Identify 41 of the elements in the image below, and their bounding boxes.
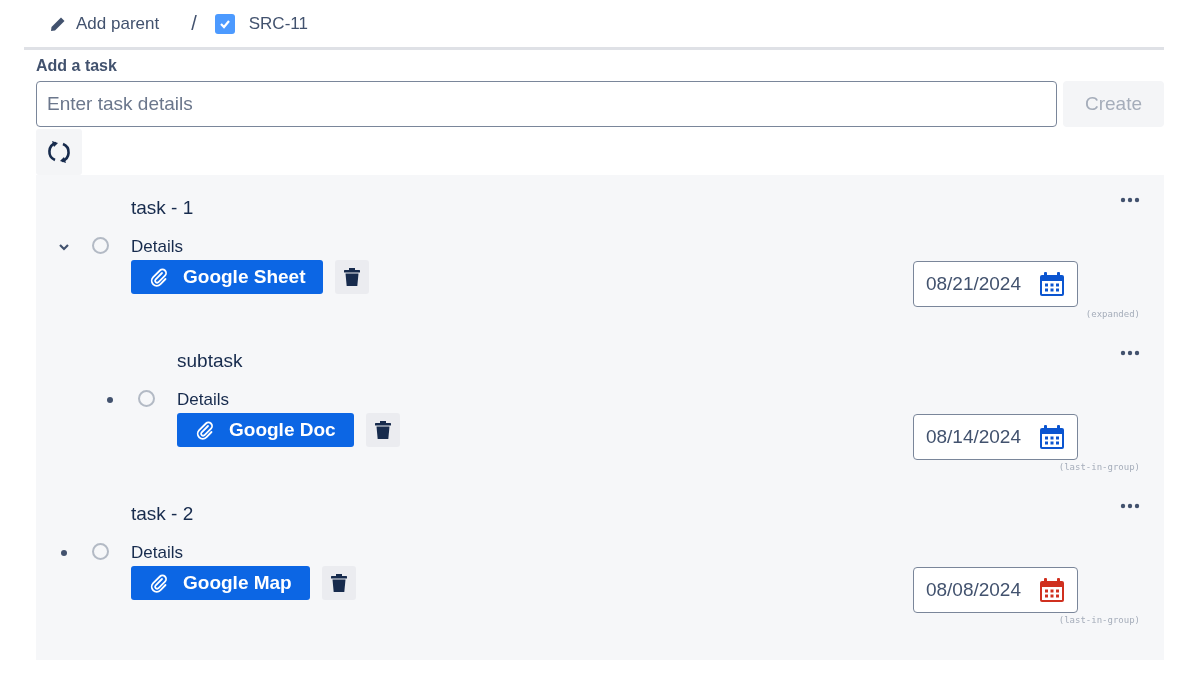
- delete-button[interactable]: [365, 413, 400, 447]
- breadcrumb-separator: /: [191, 12, 197, 35]
- chevron-icon[interactable]: [58, 241, 70, 253]
- details-label: Details: [131, 543, 184, 564]
- add-parent-link[interactable]: Add parent: [50, 13, 160, 34]
- delete-button[interactable]: [335, 260, 370, 294]
- date-field[interactable]: 08/21/2024: [912, 261, 1078, 307]
- details-label: Details: [177, 390, 230, 411]
- more-icon[interactable]: [1120, 503, 1140, 509]
- date-field[interactable]: 08/14/2024: [912, 414, 1078, 460]
- trash-icon: [329, 573, 348, 593]
- refresh-button[interactable]: [36, 129, 82, 175]
- refresh-icon: [46, 139, 72, 165]
- trash-icon: [343, 267, 362, 287]
- state-note: (expanded): [1085, 309, 1140, 319]
- attachment-button[interactable]: Google Doc: [177, 413, 354, 447]
- bullet-icon: [107, 397, 113, 403]
- details-label: Details: [131, 237, 184, 258]
- state-note: (last-in-group): [1058, 615, 1140, 625]
- task-checkbox[interactable]: [92, 237, 109, 254]
- attachment-button[interactable]: Google Sheet: [131, 260, 324, 294]
- task-title: task - 2: [131, 503, 195, 526]
- more-icon[interactable]: [1120, 197, 1140, 203]
- bullet-icon: [61, 550, 67, 556]
- task-checkbox[interactable]: [138, 390, 155, 407]
- pencil-icon: [50, 15, 66, 32]
- paperclip-icon: [149, 267, 169, 287]
- task-input[interactable]: Enter task details: [36, 81, 1057, 127]
- more-icon[interactable]: [1120, 350, 1140, 356]
- state-note: (last-in-group): [1058, 462, 1140, 472]
- task-title: subtask: [177, 350, 244, 373]
- section-label: Add a task: [36, 57, 118, 75]
- paperclip-icon: [149, 573, 169, 593]
- attachment-button[interactable]: Google Map: [131, 566, 310, 600]
- issue-link[interactable]: SRC-11: [214, 13, 308, 34]
- trash-icon: [373, 420, 392, 440]
- delete-button[interactable]: [321, 566, 356, 600]
- task-checkbox[interactable]: [92, 543, 109, 560]
- paperclip-icon: [195, 420, 215, 440]
- date-field[interactable]: 08/08/2024: [912, 567, 1078, 613]
- task-title: task - 1: [131, 197, 195, 220]
